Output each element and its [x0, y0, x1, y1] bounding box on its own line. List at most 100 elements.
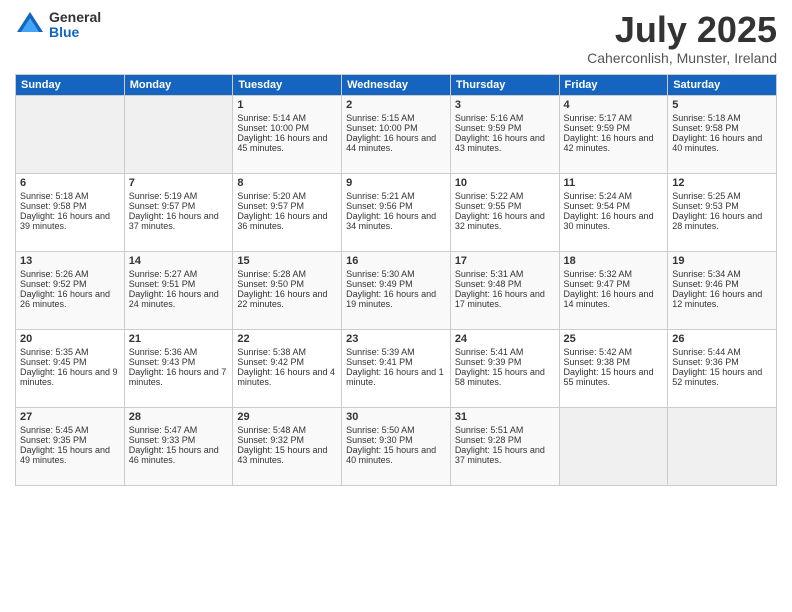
day-number: 26 — [672, 333, 772, 345]
day-info: Sunset: 9:36 PM — [672, 357, 772, 367]
day-info: Daylight: 16 hours and 32 minutes. — [455, 211, 555, 231]
day-number: 11 — [564, 177, 664, 189]
calendar-cell: 22Sunrise: 5:38 AMSunset: 9:42 PMDayligh… — [233, 329, 342, 407]
calendar-cell: 6Sunrise: 5:18 AMSunset: 9:58 PMDaylight… — [16, 173, 125, 251]
day-info: Sunrise: 5:21 AM — [346, 191, 446, 201]
day-number: 21 — [129, 333, 229, 345]
col-header-wednesday: Wednesday — [342, 74, 451, 95]
day-info: Sunrise: 5:41 AM — [455, 347, 555, 357]
day-info: Daylight: 16 hours and 42 minutes. — [564, 133, 664, 153]
calendar-cell: 18Sunrise: 5:32 AMSunset: 9:47 PMDayligh… — [559, 251, 668, 329]
day-number: 30 — [346, 411, 446, 423]
calendar-cell: 9Sunrise: 5:21 AMSunset: 9:56 PMDaylight… — [342, 173, 451, 251]
col-header-thursday: Thursday — [450, 74, 559, 95]
day-info: Daylight: 16 hours and 7 minutes. — [129, 367, 229, 387]
day-info: Sunrise: 5:36 AM — [129, 347, 229, 357]
day-info: Sunrise: 5:45 AM — [20, 425, 120, 435]
day-info: Sunrise: 5:28 AM — [237, 269, 337, 279]
day-info: Sunrise: 5:20 AM — [237, 191, 337, 201]
day-info: Daylight: 16 hours and 34 minutes. — [346, 211, 446, 231]
day-info: Sunset: 9:46 PM — [672, 279, 772, 289]
day-info: Sunset: 9:53 PM — [672, 201, 772, 211]
calendar-cell: 29Sunrise: 5:48 AMSunset: 9:32 PMDayligh… — [233, 407, 342, 485]
day-info: Sunrise: 5:31 AM — [455, 269, 555, 279]
day-info: Sunrise: 5:47 AM — [129, 425, 229, 435]
day-number: 27 — [20, 411, 120, 423]
day-info: Sunrise: 5:25 AM — [672, 191, 772, 201]
day-info: Sunrise: 5:32 AM — [564, 269, 664, 279]
calendar-cell: 8Sunrise: 5:20 AMSunset: 9:57 PMDaylight… — [233, 173, 342, 251]
day-info: Sunrise: 5:26 AM — [20, 269, 120, 279]
calendar-cell: 15Sunrise: 5:28 AMSunset: 9:50 PMDayligh… — [233, 251, 342, 329]
col-header-friday: Friday — [559, 74, 668, 95]
day-number: 12 — [672, 177, 772, 189]
day-info: Daylight: 16 hours and 30 minutes. — [564, 211, 664, 231]
day-info: Daylight: 15 hours and 58 minutes. — [455, 367, 555, 387]
day-info: Daylight: 15 hours and 55 minutes. — [564, 367, 664, 387]
day-number: 18 — [564, 255, 664, 267]
day-number: 13 — [20, 255, 120, 267]
day-info: Daylight: 16 hours and 19 minutes. — [346, 289, 446, 309]
logo-general-text: General — [49, 10, 101, 25]
calendar-cell: 12 Sunrise: 5:25 AMSunset: 9:53 PMDayligh… — [668, 173, 777, 251]
day-info: Sunset: 9:54 PM — [564, 201, 664, 211]
day-info: Sunset: 10:00 PM — [346, 123, 446, 133]
day-info: Daylight: 16 hours and 26 minutes. — [20, 289, 120, 309]
calendar-cell: 1Sunrise: 5:14 AMSunset: 10:00 PMDayligh… — [233, 95, 342, 173]
calendar-cell: 24 Sunrise: 5:41 AMSunset: 9:39 PMDayligh… — [450, 329, 559, 407]
day-info: Daylight: 16 hours and 1 minute. — [346, 367, 446, 387]
day-info: Sunrise: 5:22 AM — [455, 191, 555, 201]
day-info: Sunset: 9:41 PM — [346, 357, 446, 367]
day-info: Daylight: 16 hours and 12 minutes. — [672, 289, 772, 309]
day-info: Daylight: 15 hours and 43 minutes. — [237, 445, 337, 465]
day-info: Sunrise: 5:50 AM — [346, 425, 446, 435]
calendar-cell: 16Sunrise: 5:30 AMSunset: 9:49 PMDayligh… — [342, 251, 451, 329]
day-info: Sunrise: 5:18 AM — [672, 113, 772, 123]
day-number: 1 — [237, 99, 337, 111]
day-number: 24 — [455, 333, 555, 345]
calendar-cell: 11Sunrise: 5:24 AMSunset: 9:54 PMDayligh… — [559, 173, 668, 251]
day-info: Sunset: 9:55 PM — [455, 201, 555, 211]
day-info: Sunrise: 5:14 AM — [237, 113, 337, 123]
day-info: Sunrise: 5:38 AM — [237, 347, 337, 357]
day-number: 5 — [672, 99, 772, 111]
day-info: Sunset: 9:58 PM — [20, 201, 120, 211]
day-info: Daylight: 15 hours and 40 minutes. — [346, 445, 446, 465]
day-number: 15 — [237, 255, 337, 267]
day-info: Sunset: 9:35 PM — [20, 435, 120, 445]
day-number: 20 — [20, 333, 120, 345]
day-info: Sunrise: 5:35 AM — [20, 347, 120, 357]
day-info: Daylight: 15 hours and 46 minutes. — [129, 445, 229, 465]
day-info: Sunset: 9:56 PM — [346, 201, 446, 211]
calendar-cell: 2Sunrise: 5:15 AMSunset: 10:00 PMDayligh… — [342, 95, 451, 173]
day-info: Sunrise: 5:34 AM — [672, 269, 772, 279]
calendar-cell: 13Sunrise: 5:26 AMSunset: 9:52 PMDayligh… — [16, 251, 125, 329]
day-info: Daylight: 16 hours and 40 minutes. — [672, 133, 772, 153]
day-info: Daylight: 16 hours and 36 minutes. — [237, 211, 337, 231]
day-number: 3 — [455, 99, 555, 111]
calendar-cell: 7Sunrise: 5:19 AMSunset: 9:57 PMDaylight… — [124, 173, 233, 251]
week-row-3: 13Sunrise: 5:26 AMSunset: 9:52 PMDayligh… — [16, 251, 777, 329]
calendar-cell: 10 Sunrise: 5:22 AMSunset: 9:55 PMDayligh… — [450, 173, 559, 251]
calendar-cell: 25Sunrise: 5:42 AMSunset: 9:38 PMDayligh… — [559, 329, 668, 407]
day-info: Sunset: 10:00 PM — [237, 123, 337, 133]
day-info: Sunset: 9:32 PM — [237, 435, 337, 445]
day-info: Daylight: 15 hours and 37 minutes. — [455, 445, 555, 465]
week-row-2: 6Sunrise: 5:18 AMSunset: 9:58 PMDaylight… — [16, 173, 777, 251]
logo-blue-text: Blue — [49, 25, 101, 40]
day-info: Sunset: 9:39 PM — [455, 357, 555, 367]
day-info: Sunset: 9:42 PM — [237, 357, 337, 367]
day-info: Daylight: 16 hours and 28 minutes. — [672, 211, 772, 231]
day-info: Sunrise: 5:16 AM — [455, 113, 555, 123]
day-info: Daylight: 16 hours and 37 minutes. — [129, 211, 229, 231]
calendar-cell — [16, 95, 125, 173]
col-header-monday: Monday — [124, 74, 233, 95]
day-info: Sunrise: 5:51 AM — [455, 425, 555, 435]
day-info: Sunset: 9:45 PM — [20, 357, 120, 367]
day-number: 10 — [455, 177, 555, 189]
subtitle: Caherconlish, Munster, Ireland — [587, 50, 777, 66]
day-info: Daylight: 15 hours and 52 minutes. — [672, 367, 772, 387]
calendar-cell: 30Sunrise: 5:50 AMSunset: 9:30 PMDayligh… — [342, 407, 451, 485]
calendar-cell: 14Sunrise: 5:27 AMSunset: 9:51 PMDayligh… — [124, 251, 233, 329]
calendar-cell: 19Sunrise: 5:34 AMSunset: 9:46 PMDayligh… — [668, 251, 777, 329]
